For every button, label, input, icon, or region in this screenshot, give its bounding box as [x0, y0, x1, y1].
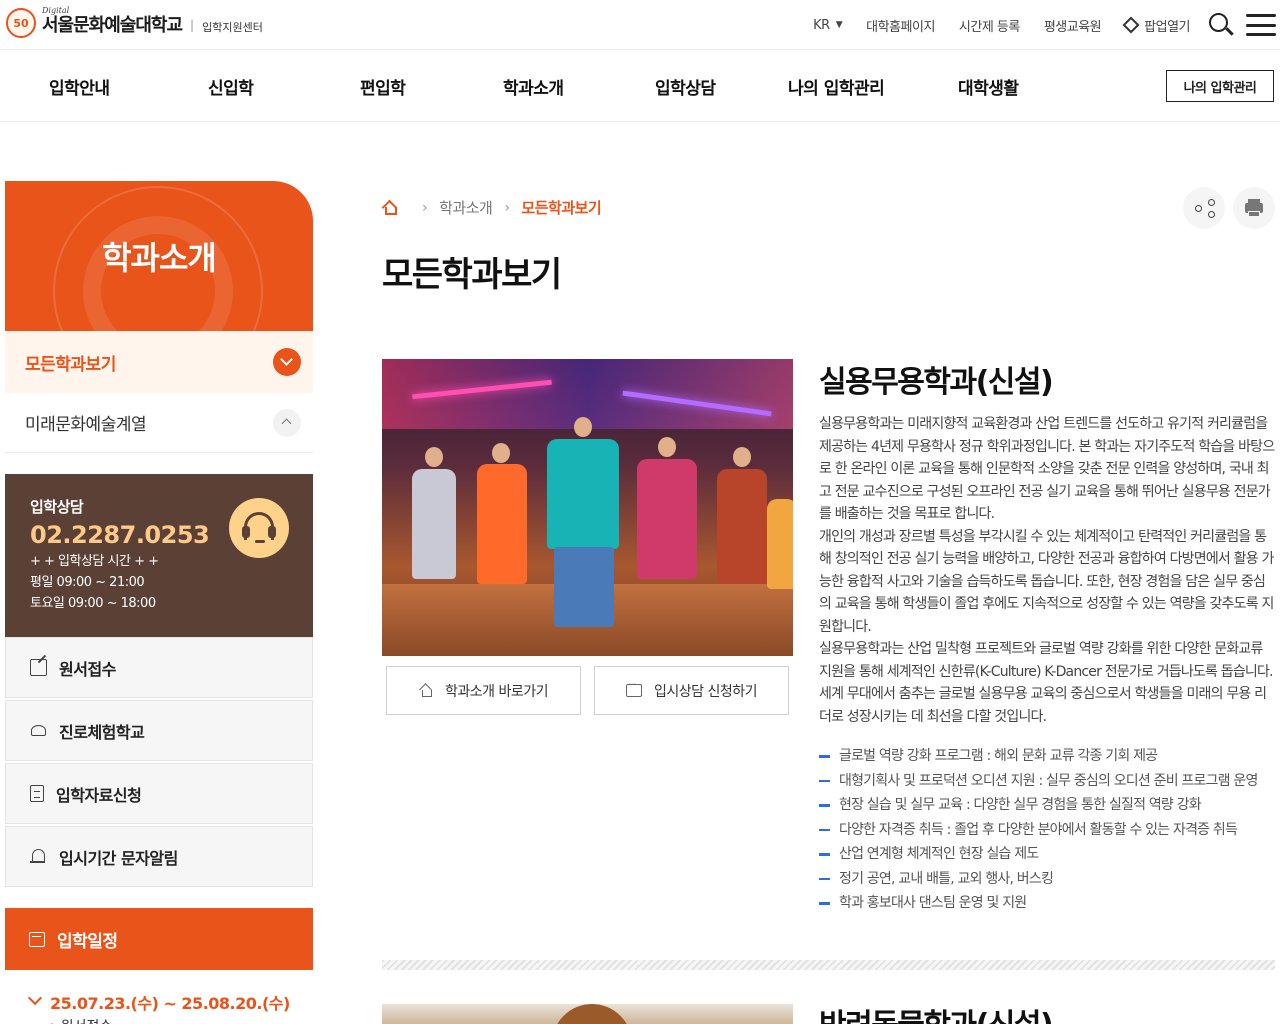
department-title: 실용무용학과(신설): [819, 365, 1054, 400]
link-university-home[interactable]: 대학홈페이지: [866, 16, 935, 35]
section-divider: [382, 960, 1275, 970]
pet-department-photo: [382, 1004, 793, 1024]
feature-item: 현장 실습 및 실무 교육 : 다양한 실무 경험을 통한 실질적 역량 강화: [819, 795, 1277, 815]
bell-icon: [30, 848, 47, 865]
nav-campus-life[interactable]: 대학생활: [958, 74, 1019, 99]
nav-admission-guide[interactable]: 입학안내: [49, 74, 110, 99]
hamburger-menu-icon[interactable]: [1246, 14, 1276, 36]
link-lifelong-education[interactable]: 평생교육원: [1044, 16, 1102, 35]
department-title: 반려동물학과(신설): [819, 1000, 1054, 1024]
sidebar-link-label: 원서접수: [59, 659, 116, 679]
consultation-weekday-hours: 평일 09:00 ~ 21:00: [30, 575, 145, 590]
sidebar-current-menu[interactable]: 모든학과보기: [5, 331, 313, 393]
chevron-down-icon[interactable]: [273, 348, 301, 376]
logo-digital: Digital: [42, 6, 70, 15]
sidebar-link-materials-request[interactable]: 입학자료신청: [5, 763, 313, 824]
description-paragraph: 개인의 개성과 장르별 특성을 부각시킬 수 있는 체계적이고 탄력적인 커리큘…: [819, 528, 1274, 635]
print-icon[interactable]: [1233, 187, 1275, 229]
breadcrumb-item[interactable]: 학과소개: [439, 197, 493, 218]
nav-departments[interactable]: 학과소개: [503, 74, 564, 99]
feature-item: 다양한 자격증 취득 : 졸업 후 다양한 분야에서 활동할 수 있는 자격증 …: [819, 820, 1277, 840]
consultation-saturday-hours: 토요일 09:00 ~ 18:00: [30, 596, 156, 611]
headset-icon: [229, 498, 289, 558]
breadcrumb-current[interactable]: 모든학과보기: [521, 197, 601, 218]
logo-emblem-icon: 50: [6, 8, 36, 38]
home-icon[interactable]: [382, 201, 397, 215]
chat-icon: [626, 678, 642, 697]
consultation-request-label: 입시상담 신청하기: [654, 683, 758, 700]
description-paragraph: 실용무용학과는 산업 밀착형 프로젝트와 글로벌 역량 강화를 위한 다양한 문…: [819, 641, 1274, 725]
dance-department-photo: [382, 359, 793, 656]
chevron-right-icon: ›: [504, 199, 510, 216]
diamond-icon: [1122, 16, 1140, 34]
department-intro-label: 학과소개 바로가기: [445, 683, 549, 700]
document-icon: [30, 785, 44, 802]
chevron-down-icon: [27, 990, 43, 1006]
sidebar-link-label: 진로체험학교: [59, 722, 145, 742]
language-label: KR: [813, 17, 830, 33]
nav-consultation[interactable]: 입학상담: [655, 74, 716, 99]
logo-text: Digital 서울문화예술대학교: [42, 6, 183, 37]
schedule-next-item: ◦ 원서접수: [48, 1016, 112, 1024]
page-title: 모든학과보기: [382, 255, 562, 295]
chevron-up-icon[interactable]: [273, 409, 301, 437]
link-part-time-registration[interactable]: 시간제 등록: [959, 16, 1020, 35]
consultation-request-button[interactable]: 입시상담 신청하기: [594, 666, 789, 715]
sidebar-hero: 학과소개: [5, 181, 313, 331]
feature-item: 대형기획사 및 프로덕션 오디션 지원 : 실무 중심의 오디션 준비 프로그램…: [819, 771, 1277, 791]
schedule-date-text: 25.07.23.(수) ~ 25.08.20.(수): [50, 994, 290, 1013]
site-logo[interactable]: 50 Digital 서울문화예술대학교 | 입학지원센터: [6, 6, 263, 38]
sidebar-title: 학과소개: [102, 239, 217, 277]
sidebar-link-application[interactable]: 원서접수: [5, 637, 313, 698]
nav-freshman[interactable]: 신입학: [208, 74, 254, 99]
feature-item: 정기 공연, 교내 배틀, 교외 행사, 버스킹: [819, 869, 1277, 889]
feature-item: 산업 연계형 체계적인 현장 실습 제도: [819, 844, 1277, 864]
feature-item: 학과 홍보대사 댄스팀 운영 및 지원: [819, 893, 1277, 913]
description-paragraph: 실용무용학과는 미래지향적 교육환경과 산업 트렌드를 선도하고 유기적 커리큘…: [819, 416, 1275, 522]
popup-open-button[interactable]: 팝업열기: [1122, 16, 1190, 35]
schedule-date-range[interactable]: 25.07.23.(수) ~ 25.08.20.(수): [27, 990, 290, 1014]
sidebar-link-career-school[interactable]: 진로체험학교: [5, 700, 313, 761]
my-admission-button[interactable]: 나의 입학관리: [1166, 70, 1274, 102]
sidebar-current-label: 모든학과보기: [25, 354, 116, 375]
popup-open-label: 팝업열기: [1144, 19, 1190, 35]
department-intro-button[interactable]: 학과소개 바로가기: [386, 666, 581, 715]
main-navigation: 입학안내 신입학 편입학 학과소개 입학상담 나의 입학관리 대학생활 나의 입…: [0, 50, 1280, 122]
chevron-down-icon: ▼: [835, 20, 843, 30]
department-features: 글로벌 역량 강화 프로그램 : 해외 문화 교류 각종 기회 제공 대형기획사…: [819, 746, 1277, 918]
sidebar-sub-menu[interactable]: 미래문화예술계열: [5, 393, 313, 453]
edit-icon: [30, 659, 47, 676]
nav-my-admission[interactable]: 나의 입학관리: [788, 74, 885, 99]
top-utility-bar: 50 Digital 서울문화예술대학교 | 입학지원센터 KR ▼ 대학홈페이지…: [0, 0, 1280, 50]
logo-separator: |: [190, 18, 195, 32]
search-icon[interactable]: [1208, 12, 1234, 38]
consultation-box: 입학상담 02.2287.0253 + + 입학상담 시간 + + 평일 09:…: [5, 474, 313, 637]
language-select[interactable]: KR ▼: [813, 17, 843, 33]
breadcrumb: › 학과소개 › 모든학과보기: [382, 197, 602, 218]
logo-name: 서울문화예술대학교: [42, 15, 183, 36]
sidebar-link-label: 입학자료신청: [56, 785, 142, 805]
sidebar-link-label: 입시기간 문자알림: [59, 848, 178, 868]
calendar-icon: [29, 931, 45, 947]
department-description: 실용무용학과는 미래지향적 교육환경과 산업 트렌드를 선도하고 유기적 커리큘…: [819, 413, 1277, 728]
logo-subtitle: 입학지원센터: [202, 21, 263, 34]
graduation-cap-icon: [30, 722, 47, 739]
feature-item: 글로벌 역량 강화 프로그램 : 해외 문화 교류 각종 기회 제공: [819, 746, 1277, 766]
sidebar-sub-label: 미래문화예술계열: [25, 415, 147, 435]
admission-schedule-label: 입학일정: [57, 931, 118, 952]
utility-links: KR ▼ 대학홈페이지 시간제 등록 평생교육원 팝업열기: [813, 0, 1280, 50]
chevron-right-icon: ›: [422, 199, 428, 216]
page-tools: [1183, 187, 1280, 229]
sidebar-link-sms-alert[interactable]: 입시기간 문자알림: [5, 826, 313, 887]
share-icon[interactable]: [1183, 187, 1225, 229]
admission-schedule-header[interactable]: 입학일정: [5, 908, 313, 970]
nav-transfer[interactable]: 편입학: [360, 74, 406, 99]
home-icon: [419, 684, 433, 697]
